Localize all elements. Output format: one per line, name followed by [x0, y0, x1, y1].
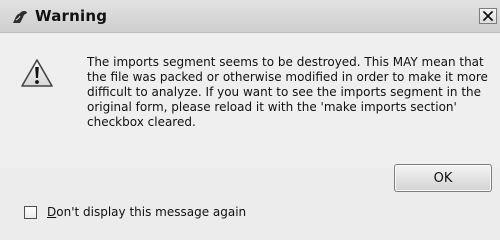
- close-icon: [481, 10, 495, 25]
- warning-icon: [20, 58, 54, 88]
- dont-display-again-label[interactable]: Don't display this message again: [47, 205, 246, 220]
- title-bar: Warning: [0, 0, 500, 33]
- checkbox-label-text: on't display this message again: [56, 205, 247, 219]
- warning-dialog: Warning The imports segment seems to be …: [0, 0, 500, 240]
- dialog-title: Warning: [35, 7, 108, 25]
- message-panel: The imports segment seems to be destroye…: [0, 33, 500, 168]
- ok-button[interactable]: OK: [394, 164, 492, 192]
- close-button[interactable]: [479, 8, 497, 24]
- dont-display-again-checkbox[interactable]: [24, 206, 37, 219]
- warning-message: The imports segment seems to be destroye…: [87, 55, 488, 129]
- app-icon: [12, 9, 28, 23]
- checkbox-label-mnemonic: D: [47, 205, 57, 219]
